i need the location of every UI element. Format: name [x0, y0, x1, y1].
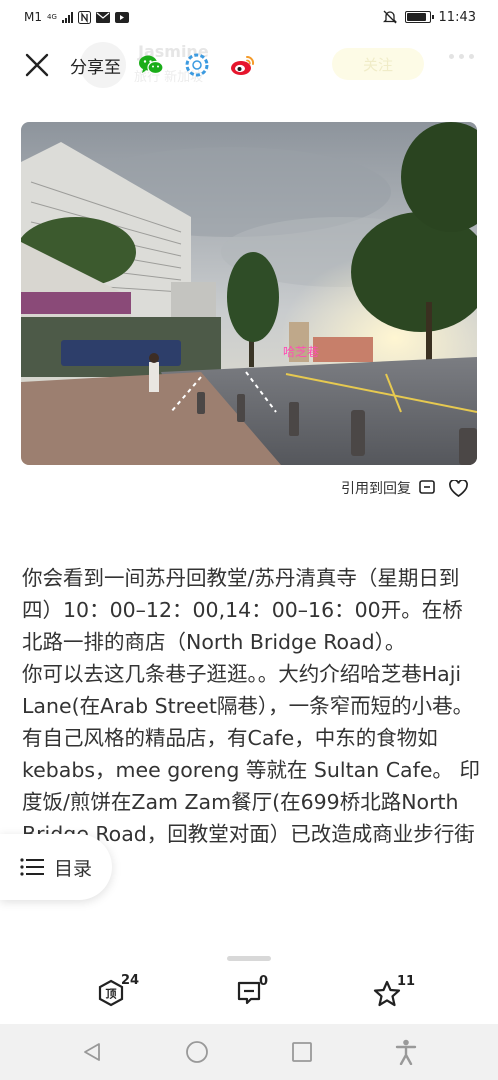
favorite-button[interactable]: 11 [357, 974, 417, 1007]
more-icon [449, 54, 474, 59]
comment-button[interactable]: 0 [219, 974, 279, 1006]
comment-count: 0 [259, 974, 269, 989]
home-icon[interactable] [185, 1040, 209, 1064]
video-icon [114, 11, 129, 23]
quote-reply-button[interactable]: 引用到回复 [341, 478, 435, 498]
back-icon[interactable] [81, 1041, 103, 1063]
bottom-action-bar: 顶 24 0 11 [0, 962, 498, 1024]
mute-icon [382, 10, 397, 24]
nfc-icon [77, 10, 91, 24]
share-header: Jasmine 旅行 新加坡 关注 分享至 [0, 34, 498, 96]
article-paragraph: 你会看到一间苏丹回教堂/苏丹清真寺（星期日到四）10：00–12：00,14：0… [22, 566, 463, 654]
share-moments-button[interactable] [181, 49, 213, 81]
close-button[interactable] [20, 48, 54, 82]
like-heart-icon[interactable] [449, 479, 468, 497]
recents-icon[interactable] [291, 1041, 313, 1063]
weibo-icon [231, 55, 255, 75]
share-wechat-button[interactable] [135, 49, 167, 81]
drag-handle[interactable] [227, 956, 271, 961]
system-nav-bar [0, 1024, 498, 1080]
accessibility-icon[interactable] [395, 1039, 417, 1065]
carrier-label: M1 [24, 10, 42, 24]
moments-icon [185, 53, 209, 77]
svg-text:顶: 顶 [106, 988, 117, 1001]
follow-button: 关注 [332, 48, 424, 80]
toc-button[interactable]: 目录 [0, 834, 112, 900]
battery-icon [404, 11, 434, 23]
toc-label: 目录 [54, 857, 93, 880]
network-badge: 4G [47, 13, 57, 21]
wechat-icon [139, 55, 164, 75]
neon-sign-text: 哈芝巷 [283, 344, 319, 359]
mail-icon [95, 11, 110, 23]
post-photo[interactable]: 哈芝巷 [21, 122, 477, 465]
upvote-count: 24 [121, 973, 140, 988]
share-weibo-button[interactable] [227, 49, 259, 81]
close-icon [25, 53, 49, 77]
upvote-button[interactable]: 顶 24 [81, 973, 141, 1007]
post-action-row: 引用到回复 [341, 478, 468, 498]
street-scene-image: 哈芝巷 [21, 122, 477, 465]
favorite-count: 11 [397, 973, 416, 989]
quote-icon [419, 480, 435, 494]
share-label: 分享至 [70, 57, 121, 78]
list-icon [20, 858, 44, 876]
clock: 11:43 [438, 9, 476, 25]
signal-icon [61, 11, 73, 23]
quote-reply-label: 引用到回复 [341, 481, 411, 497]
status-bar: M1 4G 11:43 [0, 0, 498, 34]
